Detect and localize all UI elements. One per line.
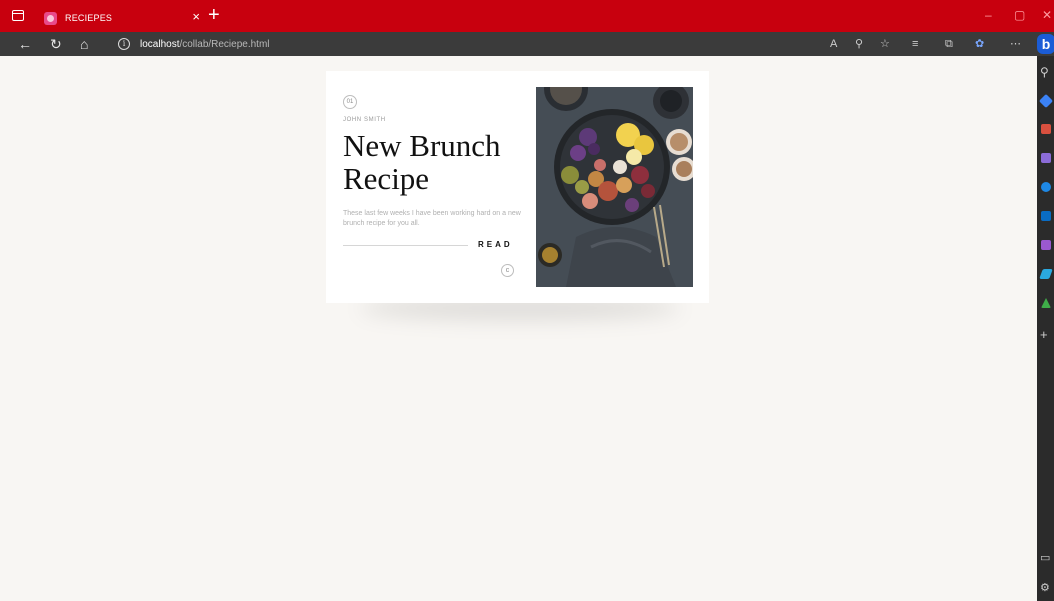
divider-line [343, 245, 468, 246]
sidebar-designer-icon[interactable] [1041, 240, 1051, 250]
tab-actions-icon[interactable] [12, 10, 24, 21]
recipe-card: 01 JOHN SMITH New Brunch Recipe These la… [326, 71, 709, 303]
favicon-icon [44, 11, 57, 25]
card-title: New Brunch Recipe [343, 128, 501, 196]
restore-button[interactable]: ▢ [1014, 8, 1025, 22]
collections-icon[interactable]: ⧉ [945, 36, 953, 52]
zoom-icon[interactable]: ⚲ [855, 36, 863, 52]
sidebar-search-icon[interactable]: ⚲ [1040, 66, 1049, 78]
tab-title: RECIEPES [65, 13, 113, 23]
card-author: JOHN SMITH [343, 117, 386, 123]
browser-tab[interactable]: RECIEPES × [36, 4, 206, 32]
sidebar-shopping-icon[interactable] [1038, 93, 1054, 109]
minimize-button[interactable]: – [985, 8, 992, 22]
favorite-add-icon[interactable]: ☆ [880, 36, 890, 52]
read-aloud-icon[interactable]: A [830, 36, 837, 52]
url-host: localhost [140, 38, 180, 50]
home-icon[interactable]: ⌂ [80, 35, 88, 53]
address-bar[interactable]: i localhost/collab/Reciepe.html [108, 34, 946, 54]
more-menu-icon[interactable]: ⋯ [1010, 36, 1021, 52]
extension-icon[interactable]: ✿ [975, 36, 984, 52]
card-number: 01 [343, 95, 357, 109]
sidebar-outlook-icon[interactable] [1041, 211, 1051, 221]
title-bar: RECIEPES × + – ▢ ✕ [0, 0, 1054, 32]
sidebar-tree-icon[interactable] [1041, 298, 1051, 308]
refresh-icon[interactable]: ↻ [50, 35, 62, 53]
tab-close-button[interactable]: × [192, 10, 200, 24]
read-button[interactable]: READ [478, 240, 513, 249]
navigation-bar: ← ↻ ⌂ i localhost/collab/Reciepe.html A … [0, 32, 1054, 56]
sidebar-add-icon[interactable]: + [1040, 328, 1048, 341]
brunch-platter-image [536, 87, 693, 287]
edge-sidebar: ⚲ + ▭ ⚙ [1037, 56, 1054, 601]
sidebar-settings-icon[interactable]: ⚙ [1040, 582, 1050, 594]
site-info-icon[interactable]: i [118, 38, 130, 50]
url-path: /collab/Reciepe.html [179, 38, 270, 50]
bing-copilot-icon[interactable]: b [1037, 34, 1054, 54]
sidebar-hide-icon[interactable]: ▭ [1040, 552, 1050, 564]
sidebar-office-icon[interactable] [1041, 182, 1051, 192]
sidebar-games-icon[interactable] [1041, 153, 1051, 163]
new-tab-button[interactable]: + [208, 5, 220, 25]
card-description: These last few weeks I have been working… [343, 210, 521, 227]
close-window-button[interactable]: ✕ [1042, 8, 1052, 22]
copyright-icon: c [501, 264, 514, 277]
favorites-icon[interactable]: ≡ [912, 36, 918, 52]
sidebar-telegram-icon[interactable] [1039, 269, 1053, 279]
sidebar-tools-icon[interactable] [1041, 124, 1051, 134]
recipe-photo [536, 87, 693, 287]
back-icon[interactable]: ← [18, 35, 32, 53]
